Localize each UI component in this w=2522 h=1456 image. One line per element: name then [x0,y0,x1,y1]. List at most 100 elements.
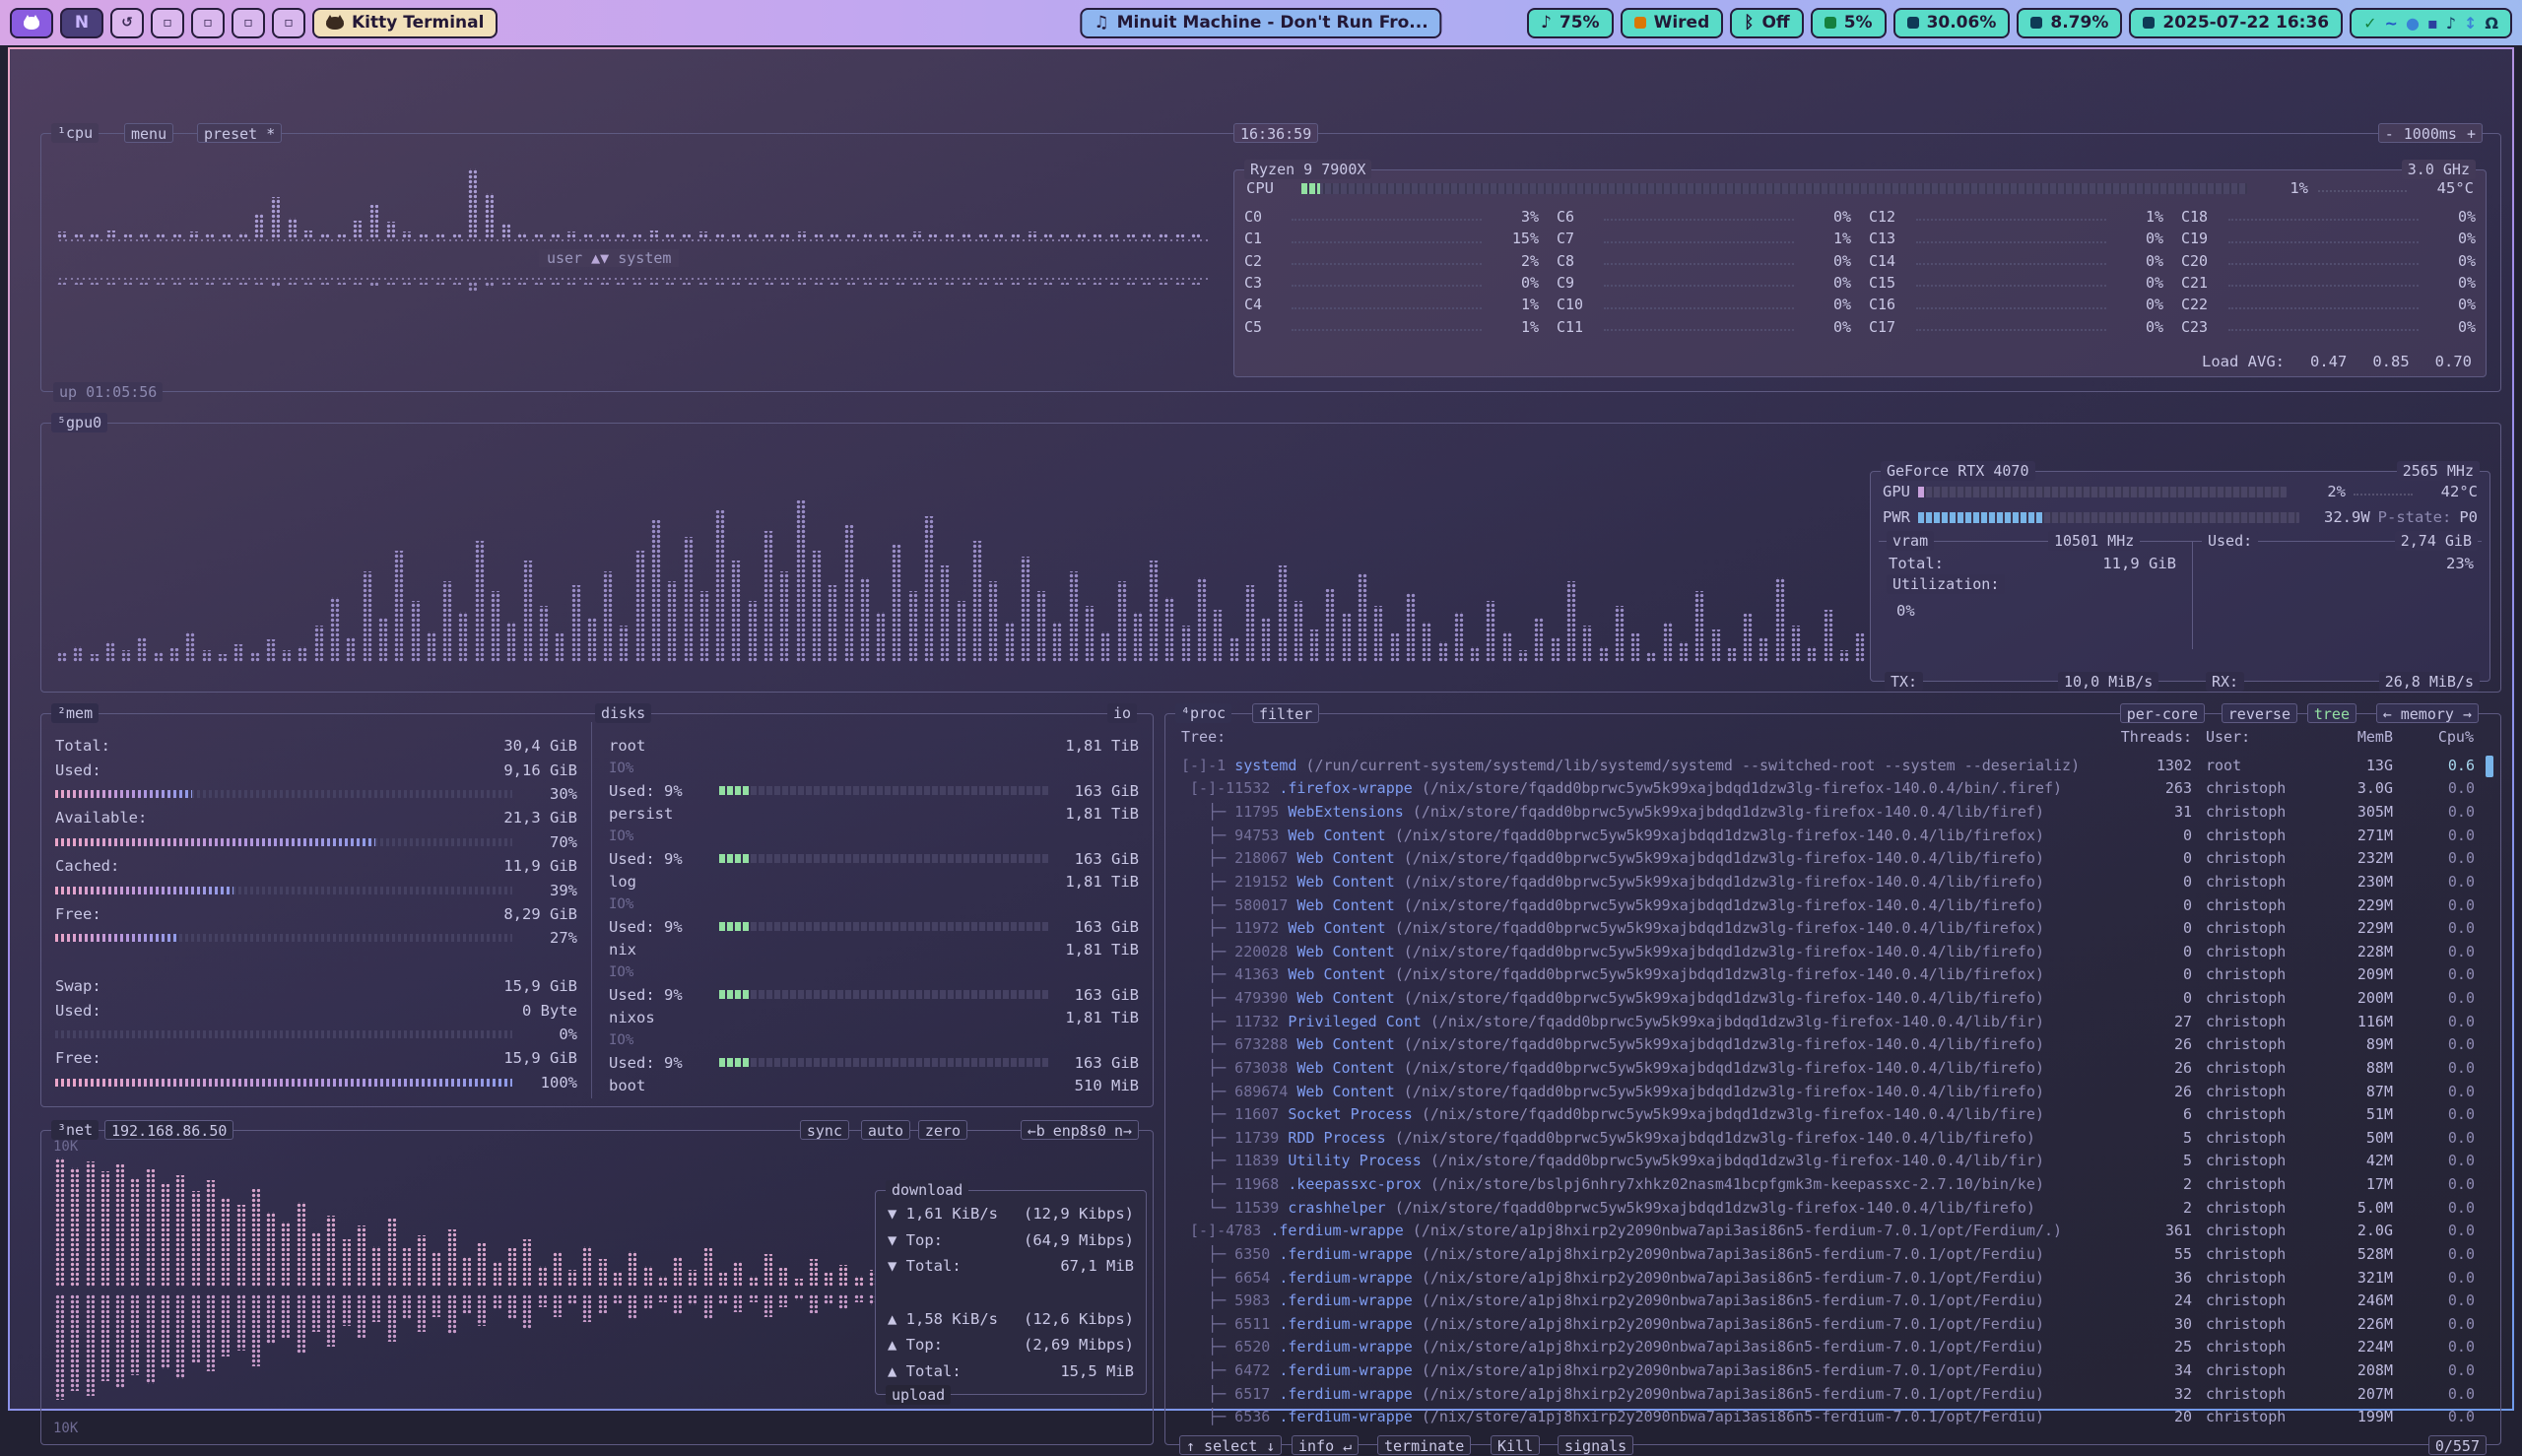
process-row[interactable]: ├─ 11972 Web Content (/nix/store/fqadd0b… [1165,916,2500,940]
info-hint[interactable]: info ↵ [1292,1435,1359,1455]
launcher-button[interactable] [10,8,53,38]
net-stat-row: ▼ Total:67,1 MiB [888,1253,1134,1280]
updates-icon[interactable]: ↕ [2464,14,2477,33]
process-row[interactable]: ├─ 580017 Web Content (/nix/store/fqadd0… [1165,893,2500,917]
process-row[interactable]: ├─ 218067 Web Content (/nix/store/fqadd0… [1165,847,2500,871]
iface-prev-button[interactable]: ←b [1028,1121,1045,1139]
signals-hint[interactable]: signals [1558,1435,1633,1455]
app2-icon[interactable]: ▪ [2427,14,2438,33]
process-row[interactable]: ├─ 6517 .ferdium-wrappe (/nix/store/a1pj… [1165,1382,2500,1406]
reverse-toggle[interactable]: reverse [2222,703,2297,723]
header-cpu[interactable]: Cpu% [2405,728,2474,746]
process-row[interactable]: ├─ 6520 .ferdium-wrappe (/nix/store/a1pj… [1165,1336,2500,1359]
header-user[interactable]: User: [2206,728,2250,746]
cpu-panel-title[interactable]: ¹cpu [51,123,99,143]
process-command: (/nix/store/fqadd0bprwc5yw5k99xajbdqd1dz… [1386,919,2044,937]
graph-column [797,232,806,238]
app1-icon[interactable]: ● [2406,14,2420,33]
kill-hint[interactable]: Kill [1491,1435,1540,1455]
graph-column [189,232,198,238]
workspace-button-4[interactable]: ▫ [232,8,265,38]
terminate-hint[interactable]: terminate [1377,1435,1471,1455]
process-row[interactable]: ├─ 94753 Web Content (/nix/store/fqadd0b… [1165,824,2500,847]
network-panel-title[interactable]: ³net [51,1120,99,1140]
core-pct: 0% [1804,274,1851,292]
disks-title[interactable]: disks [595,703,651,723]
nix-menu-button[interactable]: N [60,8,103,38]
bluetooth-indicator[interactable]: ᛒOff [1730,8,1803,38]
disks-io-toggle[interactable]: io [1107,703,1137,723]
preset-button[interactable]: preset * [197,123,282,143]
process-row[interactable]: ├─ 6511 .ferdium-wrappe (/nix/store/a1pj… [1165,1312,2500,1336]
net-zero-toggle[interactable]: zero [918,1120,967,1140]
iface-next-button[interactable]: n→ [1114,1121,1132,1139]
process-row[interactable]: ├─ 219152 Web Content (/nix/store/fqadd0… [1165,870,2500,893]
filter-button[interactable]: filter [1252,703,1319,723]
process-row[interactable]: ├─ 673288 Web Content (/nix/store/fqadd0… [1165,1033,2500,1057]
gpu-panel-title[interactable]: ⁵gpu0 [51,413,107,432]
kitty-terminal-window[interactable]: ¹cpu menu preset * 16:36:59 - 1000ms + u… [8,47,2514,1411]
process-row[interactable]: └─ 11539 crashhelper (/nix/store/fqadd0b… [1165,1196,2500,1220]
workspace-button-2[interactable]: ▫ [151,8,184,38]
process-row[interactable]: ├─ 11739 RDD Process (/nix/store/fqadd0b… [1165,1126,2500,1150]
process-row[interactable]: ├─ 5983 .ferdium-wrappe (/nix/store/a1pj… [1165,1289,2500,1312]
process-row[interactable]: ├─ 220028 Web Content (/nix/store/fqadd0… [1165,940,2500,963]
check-icon[interactable]: ✓ [2363,14,2376,33]
leaf-indicator-indicator[interactable]: 5% [1811,8,1887,38]
process-row[interactable]: ├─ 11732 Privileged Cont (/nix/store/fqa… [1165,1010,2500,1033]
process-row[interactable]: [-]-11532 .firefox-wrappe (/nix/store/fq… [1165,777,2500,801]
header-mem[interactable]: MemB [2314,728,2393,746]
process-row[interactable]: ├─ 11839 Utility Process (/nix/store/fqa… [1165,1150,2500,1173]
clock-indicator[interactable]: 2025-07-22 16:36 [2129,8,2343,38]
interval-minus-button[interactable]: - [2385,124,2394,142]
memory-panel-title[interactable]: ²mem [51,703,99,723]
workspace-button-5[interactable]: ▫ [272,8,305,38]
disk-usage-indicator[interactable]: 8.79% [2017,8,2122,38]
process-row[interactable]: ├─ 6654 .ferdium-wrappe (/nix/store/a1pj… [1165,1266,2500,1290]
process-row[interactable]: ├─ 11795 WebExtensions (/nix/store/fqadd… [1165,800,2500,824]
memory-usage-indicator[interactable]: 30.06% [1893,8,2011,38]
vpn-icon[interactable]: ~ [2385,14,2398,33]
process-row[interactable]: ├─ 6350 .ferdium-wrappe (/nix/store/a1pj… [1165,1242,2500,1266]
process-row[interactable]: ├─ 11607 Socket Process (/nix/store/fqad… [1165,1102,2500,1126]
graph-column [566,282,575,285]
process-command-cell: ├─ 6350 .ferdium-wrappe (/nix/store/a1pj… [1181,1245,2175,1263]
mem-meter [55,934,512,942]
per-core-toggle[interactable]: per-core [2120,703,2205,723]
audio-icon[interactable]: ♪ [2446,14,2456,33]
graph-column [643,1294,652,1309]
process-row[interactable]: [-]-4783 .ferdium-wrappe (/nix/store/a1p… [1165,1220,2500,1243]
process-row[interactable]: ├─ 11968 .keepassxc-prox (/nix/store/bsl… [1165,1172,2500,1196]
network-wired-indicator[interactable]: Wired [1621,8,1724,38]
tree-toggle[interactable]: tree [2307,703,2356,723]
core-pct: 0% [2116,318,2163,336]
process-row[interactable]: [-]-1 systemd (/run/current-system/syste… [1165,754,2500,777]
net-sync-toggle[interactable]: sync [800,1120,849,1140]
process-row[interactable]: ├─ 6536 .ferdium-wrappe (/nix/store/a1pj… [1165,1406,2500,1429]
process-row[interactable]: ├─ 479390 Web Content (/nix/store/fqadd0… [1165,986,2500,1010]
leaf-indicator-value: 5% [1844,13,1873,33]
interval-plus-button[interactable]: + [2467,124,2476,142]
net-auto-toggle[interactable]: auto [861,1120,910,1140]
select-hint[interactable]: ↑ select ↓ [1179,1435,1282,1455]
media-player-button[interactable]: ♫ Minuit Machine - Don't Run Fro... [1080,8,1441,38]
process-scrollbar-thumb[interactable] [2486,756,2493,777]
active-window-title[interactable]: Kitty Terminal [312,8,498,38]
menu-button[interactable]: menu [124,123,173,143]
graph-column [628,1294,636,1319]
process-row[interactable]: ├─ 6472 .ferdium-wrappe (/nix/store/a1pj… [1165,1358,2500,1382]
process-user: christoph [2206,896,2286,914]
volume-indicator[interactable]: ♪75% [1527,8,1614,38]
graph-column [643,1266,652,1287]
process-row[interactable]: ├─ 689674 Web Content (/nix/store/fqadd0… [1165,1080,2500,1103]
graph-column [1028,232,1036,238]
process-panel-title[interactable]: ⁴proc [1175,703,1231,723]
header-tree[interactable]: Tree: [1181,728,1226,746]
workspace-button-3[interactable]: ▫ [191,8,225,38]
header-threads[interactable]: Threads: [2084,728,2192,746]
workspace-button-1[interactable]: ↺ [110,8,144,38]
sort-selector[interactable]: ← memory → [2376,703,2479,723]
process-row[interactable]: ├─ 41363 Web Content (/nix/store/fqadd0b… [1165,963,2500,987]
bell-icon[interactable]: Ω [2485,14,2498,33]
process-row[interactable]: ├─ 673038 Web Content (/nix/store/fqadd0… [1165,1056,2500,1080]
